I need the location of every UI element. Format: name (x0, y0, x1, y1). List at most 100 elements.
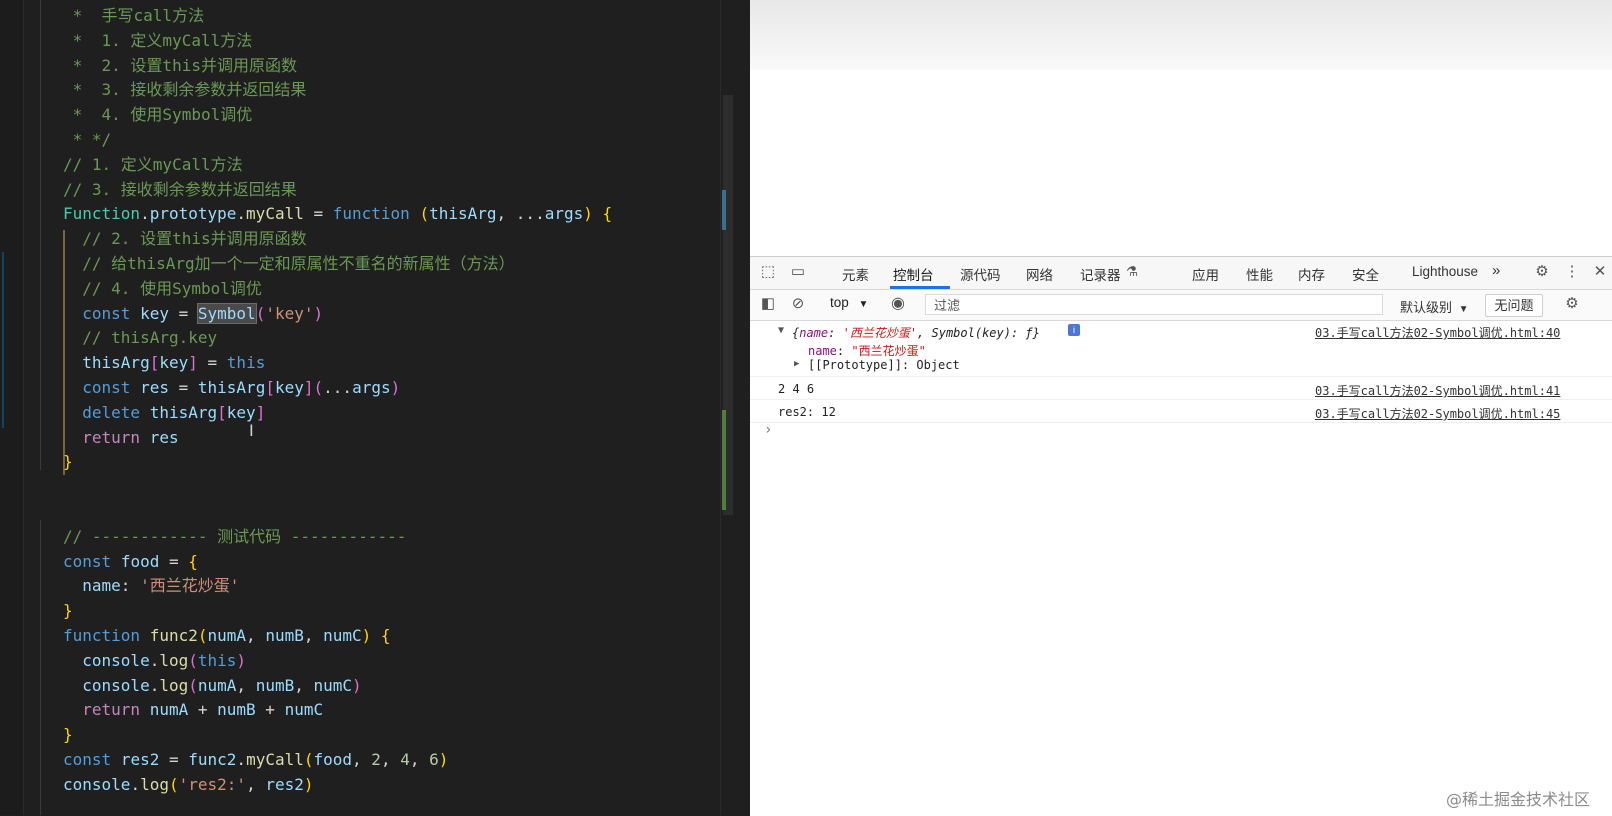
code-token: = (159, 551, 189, 571)
code-line[interactable]: // 1. 定义myCall方法 (63, 153, 612, 178)
settings-gear-icon[interactable]: ⚙ (1532, 262, 1552, 282)
tab-elements[interactable]: 元素 (842, 264, 869, 284)
code-line[interactable]: // 3. 接收剩余参数并返回结果 (63, 178, 612, 203)
issues-button[interactable]: 无问题 (1485, 294, 1543, 317)
code-line[interactable]: function func2(numA, numB, numC) { (63, 624, 612, 649)
tab-performance[interactable]: 性能 (1246, 264, 1273, 284)
code-line[interactable]: } (63, 723, 612, 748)
code-line[interactable]: const key = Symbol('key') (63, 302, 612, 327)
chevron-down-icon: ▼ (858, 299, 869, 310)
code-line[interactable]: // thisArg.key (63, 326, 612, 351)
object-summary[interactable]: {name: '西兰花炒蛋', Symbol(key): ƒ} (792, 324, 1040, 341)
context-selector[interactable]: top ▼ (830, 295, 868, 310)
code-token: , (409, 749, 430, 769)
code-token: numA (207, 625, 247, 645)
code-token: const (63, 551, 112, 571)
code-line[interactable]: return numA + numB + numC (63, 698, 612, 723)
code-token: = (303, 204, 333, 224)
inspect-element-icon[interactable]: ⬚ (758, 262, 778, 282)
expand-triangle-icon[interactable]: ▼ (778, 325, 784, 336)
code-editor[interactable]: * 手写call方法 * 1. 定义myCall方法 * 2. 设置this并调… (0, 0, 750, 815)
code-line[interactable] (63, 475, 612, 500)
expand-triangle-icon[interactable]: ▶ (794, 359, 799, 369)
code-token: numB (255, 675, 295, 695)
code-token: ( (255, 303, 266, 323)
source-link[interactable]: 03.手写call方法02-Symbol调优.html:40 (1315, 324, 1560, 341)
code-line[interactable]: } (63, 599, 612, 624)
tab-sources[interactable]: 源代码 (960, 264, 1001, 284)
code-token: ( (313, 377, 324, 397)
device-toolbar-icon[interactable]: ▭ (788, 262, 808, 282)
code-line[interactable]: const res = thisArg[key](...args) (63, 376, 612, 401)
tab-console[interactable]: 控制台 (893, 264, 934, 284)
prototype-property[interactable]: [[Prototype]]: Object (808, 358, 960, 372)
code-token: function (63, 625, 141, 645)
code-token: 'key' (265, 303, 314, 323)
code-token: ) (303, 774, 314, 794)
close-icon[interactable]: ✕ (1590, 262, 1610, 282)
code-token: console (82, 675, 150, 695)
chevron-down-icon: ▼ (1458, 304, 1469, 315)
tab-memory[interactable]: 内存 (1298, 264, 1325, 284)
code-token: // ------------ 测试代码 ------------ (63, 526, 407, 546)
code-token: ( (168, 774, 179, 794)
code-line[interactable]: * 4. 使用Symbol调优 (63, 103, 612, 128)
code-line[interactable]: * 手写call方法 (63, 4, 612, 29)
tab-application[interactable]: 应用 (1192, 264, 1219, 284)
code-line[interactable] (63, 500, 612, 525)
code-line[interactable]: // 给thisArg加一个一定和原属性不重名的新属性（方法） (63, 252, 612, 277)
code-line[interactable]: * 3. 接收剩余参数并返回结果 (63, 78, 612, 103)
code-line[interactable]: console.log('res2:', res2) (63, 773, 612, 798)
code-token: ) (390, 377, 401, 397)
code-token: } (63, 725, 73, 745)
code-line[interactable]: const food = { (63, 550, 612, 575)
code-token: + (255, 700, 285, 720)
code-token: } (63, 452, 73, 472)
source-link[interactable]: 03.手写call方法02-Symbol调优.html:41 (1315, 382, 1560, 399)
code-content[interactable]: * 手写call方法 * 1. 定义myCall方法 * 2. 设置this并调… (63, 4, 612, 798)
tab-security[interactable]: 安全 (1352, 264, 1379, 284)
tab-recorder[interactable]: 记录器 (1080, 264, 1121, 284)
editor-scrollbar[interactable] (720, 0, 737, 815)
object-property: name: "西兰花炒蛋" (808, 344, 926, 358)
code-line[interactable]: // 4. 使用Symbol调优 (63, 277, 612, 302)
console-prompt[interactable]: › (764, 422, 772, 438)
code-line[interactable]: // 2. 设置this并调用原函数 (63, 227, 612, 252)
code-line[interactable]: delete thisArg[key] (63, 401, 612, 426)
code-token: [ (149, 353, 160, 373)
code-line[interactable]: * 2. 设置this并调用原函数 (63, 54, 612, 79)
tab-network[interactable]: 网络 (1026, 264, 1053, 284)
code-token: = (168, 377, 198, 397)
code-line[interactable]: * */ (63, 128, 612, 153)
code-line[interactable]: console.log(numA, numB, numC) (63, 674, 612, 699)
live-expression-eye-icon[interactable]: ◉ (888, 294, 908, 314)
code-token: const (82, 303, 131, 323)
more-tabs-icon[interactable]: » (1492, 262, 1500, 279)
code-line[interactable]: name: '西兰花炒蛋' (63, 574, 612, 599)
sidebar-toggle-icon[interactable]: ◧ (758, 294, 778, 314)
code-line[interactable]: console.log(this) (63, 649, 612, 674)
code-line[interactable]: return res (63, 426, 612, 451)
code-token: , ... (496, 204, 545, 224)
code-line[interactable]: } (63, 450, 612, 475)
text-cursor-icon: I (249, 421, 254, 440)
code-line[interactable]: Function.prototype.myCall = function (th… (63, 202, 612, 227)
console-settings-gear-icon[interactable]: ⚙ (1562, 294, 1582, 314)
info-badge-icon[interactable]: i (1068, 324, 1080, 336)
code-line[interactable]: * 1. 定义myCall方法 (63, 29, 612, 54)
clear-console-icon[interactable]: ⊘ (788, 294, 808, 314)
tab-lighthouse[interactable]: Lighthouse (1412, 264, 1478, 279)
code-line[interactable]: const res2 = func2.myCall(food, 2, 4, 6) (63, 748, 612, 773)
more-options-icon[interactable]: ⋮ (1562, 262, 1582, 282)
code-token: Symbol (196, 302, 257, 324)
source-link[interactable]: 03.手写call方法02-Symbol调优.html:45 (1315, 405, 1560, 422)
code-line[interactable]: thisArg[key] = this (63, 351, 612, 376)
code-token: this (197, 650, 237, 670)
code-token: food (313, 749, 353, 769)
log-levels-dropdown[interactable]: 默认级别 ▼ (1400, 297, 1469, 316)
filter-input[interactable]: 过滤 (925, 294, 1383, 315)
code-line[interactable]: // ------------ 测试代码 ------------ (63, 525, 612, 550)
code-token: * 3. 接收剩余参数并返回结果 (63, 80, 307, 100)
code-token: res2 (265, 774, 304, 794)
